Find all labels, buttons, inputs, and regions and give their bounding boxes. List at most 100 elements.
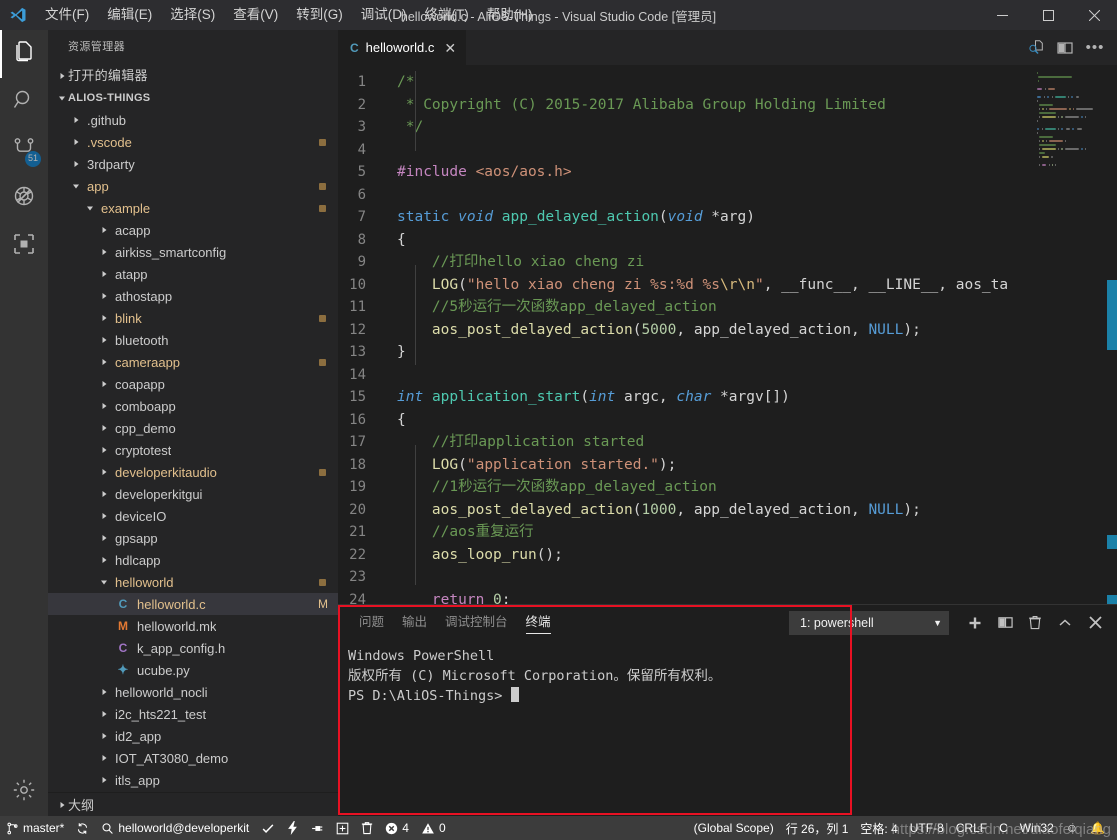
status-target[interactable]: helloworld@developerkit: [95, 816, 255, 840]
status-eol[interactable]: CRLF: [950, 816, 993, 840]
tree-folder[interactable]: .github: [48, 109, 338, 131]
status-encoding[interactable]: UTF-8: [904, 816, 950, 840]
activity-extensions[interactable]: [0, 222, 48, 270]
code-editor[interactable]: 1 /* 2 * Copyright (C) 2015-2017 Alibaba G…: [338, 65, 1117, 604]
collapse-panel-icon[interactable]: [1051, 609, 1079, 637]
terminal-output[interactable]: Windows PowerShell 版权所有 (C) Microsoft Cor…: [338, 640, 1117, 816]
code-line[interactable]: 4: [338, 139, 1117, 162]
tree-folder[interactable]: atapp: [48, 263, 338, 285]
activity-explorer[interactable]: [0, 30, 48, 78]
code-line[interactable]: 7 static void app_delayed_action(void *ar…: [338, 206, 1117, 229]
tree-file[interactable]: Ck_app_config.h: [48, 637, 338, 659]
status-feedback[interactable]: ☺: [1060, 816, 1084, 840]
tab-helloworld-c[interactable]: C helloworld.c ✕: [338, 30, 468, 65]
tree-folder[interactable]: cameraapp: [48, 351, 338, 373]
code-line[interactable]: 16 {: [338, 409, 1117, 432]
status-clean[interactable]: [355, 816, 379, 840]
panel-tab-1[interactable]: 输出: [393, 605, 436, 640]
tree-file[interactable]: ✦ ucube.py: [48, 659, 338, 681]
tree-folder[interactable]: IOT_AT3080_demo: [48, 747, 338, 769]
status-plug[interactable]: [304, 816, 330, 840]
tree-folder[interactable]: 3rdparty: [48, 153, 338, 175]
code-line[interactable]: 22 aos_loop_run();: [338, 544, 1117, 567]
code-line[interactable]: 12 aos_post_delayed_action(5000, app_del…: [338, 319, 1117, 342]
code-line[interactable]: 23: [338, 566, 1117, 589]
open-editors-section[interactable]: 打开的编辑器: [48, 65, 338, 87]
tree-folder[interactable]: acapp: [48, 219, 338, 241]
tree-folder[interactable]: developerkitgui: [48, 483, 338, 505]
code-line[interactable]: 24 return 0;: [338, 589, 1117, 605]
status-warnings[interactable]: 0: [415, 816, 452, 840]
tree-folder[interactable]: i2c_hts221_test: [48, 703, 338, 725]
menu-item-1[interactable]: 编辑(E): [98, 0, 161, 30]
status-cursor-position[interactable]: 行 26，列 1: [780, 816, 855, 840]
maximize-button[interactable]: [1025, 0, 1071, 30]
open-preview-icon[interactable]: [1021, 30, 1049, 65]
menu-item-7[interactable]: 帮助(H): [478, 0, 542, 30]
panel-tab-3[interactable]: 终端: [517, 605, 560, 640]
code-line[interactable]: 5 #include <aos/aos.h>: [338, 161, 1117, 184]
tree-folder[interactable]: itls_app: [48, 769, 338, 791]
tree-folder[interactable]: helloworld: [48, 571, 338, 593]
code-line[interactable]: 18 LOG("application started.");: [338, 454, 1117, 477]
tree-folder[interactable]: gpsapp: [48, 527, 338, 549]
activity-manage[interactable]: [0, 768, 48, 816]
code-line[interactable]: 8{: [338, 229, 1117, 252]
terminal-selector[interactable]: 1: powershell ▼: [789, 610, 949, 635]
tree-folder[interactable]: .vscode: [48, 131, 338, 153]
activity-debug[interactable]: [0, 174, 48, 222]
status-scope[interactable]: (Global Scope): [688, 816, 780, 840]
tree-folder[interactable]: deviceIO: [48, 505, 338, 527]
tree-folder[interactable]: cpp_demo: [48, 417, 338, 439]
more-actions-icon[interactable]: •••: [1081, 30, 1109, 65]
menu-item-6[interactable]: 终端(T): [416, 0, 478, 30]
tree-folder[interactable]: hdlcapp: [48, 549, 338, 571]
new-terminal-icon[interactable]: [961, 609, 989, 637]
outline-section[interactable]: 大纲: [48, 792, 338, 816]
tree-folder[interactable]: airkiss_smartconfig: [48, 241, 338, 263]
menu-item-3[interactable]: 查看(V): [224, 0, 287, 30]
code-line[interactable]: 10 LOG("hello xiao cheng zi %s:%d %s\r\n…: [338, 274, 1117, 297]
status-sync[interactable]: [70, 816, 95, 840]
menu-item-0[interactable]: 文件(F): [36, 0, 98, 30]
code-line[interactable]: 6: [338, 184, 1117, 207]
tree-folder[interactable]: comboapp: [48, 395, 338, 417]
code-line[interactable]: 9 //打印hello xiao cheng zi: [338, 251, 1117, 274]
tree-folder[interactable]: helloworld_nocli: [48, 681, 338, 703]
status-flash[interactable]: [281, 816, 304, 840]
tree-folder[interactable]: coapapp: [48, 373, 338, 395]
code-line[interactable]: 3 */: [338, 116, 1117, 139]
code-line[interactable]: 14: [338, 364, 1117, 387]
split-editor-icon[interactable]: [1051, 30, 1079, 65]
kill-terminal-icon[interactable]: [1021, 609, 1049, 637]
overview-ruler[interactable]: [1103, 65, 1117, 604]
tree-folder[interactable]: cryptotest: [48, 439, 338, 461]
status-indentation[interactable]: 空格: 4: [854, 816, 903, 840]
status-language-mode[interactable]: C: [993, 816, 1014, 840]
status-notifications[interactable]: 🔔: [1084, 816, 1111, 840]
panel-tab-2[interactable]: 调试控制台: [436, 605, 517, 640]
menu-item-2[interactable]: 选择(S): [161, 0, 224, 30]
code-line[interactable]: 20 aos_post_delayed_action(1000, app_del…: [338, 499, 1117, 522]
menu-item-4[interactable]: 转到(G): [287, 0, 352, 30]
status-build[interactable]: [255, 816, 281, 840]
tree-file[interactable]: Mhelloworld.mk: [48, 615, 338, 637]
status-add[interactable]: [330, 816, 355, 840]
menu-item-5[interactable]: 调试(D): [352, 0, 416, 30]
tree-folder[interactable]: developerkitaudio: [48, 461, 338, 483]
code-line[interactable]: 11 //5秒运行一次函数app_delayed_action: [338, 296, 1117, 319]
panel-tab-0[interactable]: 问题: [350, 605, 393, 640]
status-platform[interactable]: Win32: [1014, 816, 1060, 840]
tree-folder[interactable]: athostapp: [48, 285, 338, 307]
tree-folder[interactable]: id2_app: [48, 725, 338, 747]
code-line[interactable]: 1 /*: [338, 71, 1117, 94]
code-line[interactable]: 13}: [338, 341, 1117, 364]
status-branch[interactable]: master*: [0, 816, 70, 840]
activity-search[interactable]: [0, 78, 48, 126]
tree-folder[interactable]: app: [48, 175, 338, 197]
status-errors[interactable]: 4: [379, 816, 415, 840]
code-line[interactable]: 17 //打印application started: [338, 431, 1117, 454]
code-line[interactable]: 15 int application_start(int argc, char *…: [338, 386, 1117, 409]
tree-folder[interactable]: example: [48, 197, 338, 219]
close-button[interactable]: [1071, 0, 1117, 30]
